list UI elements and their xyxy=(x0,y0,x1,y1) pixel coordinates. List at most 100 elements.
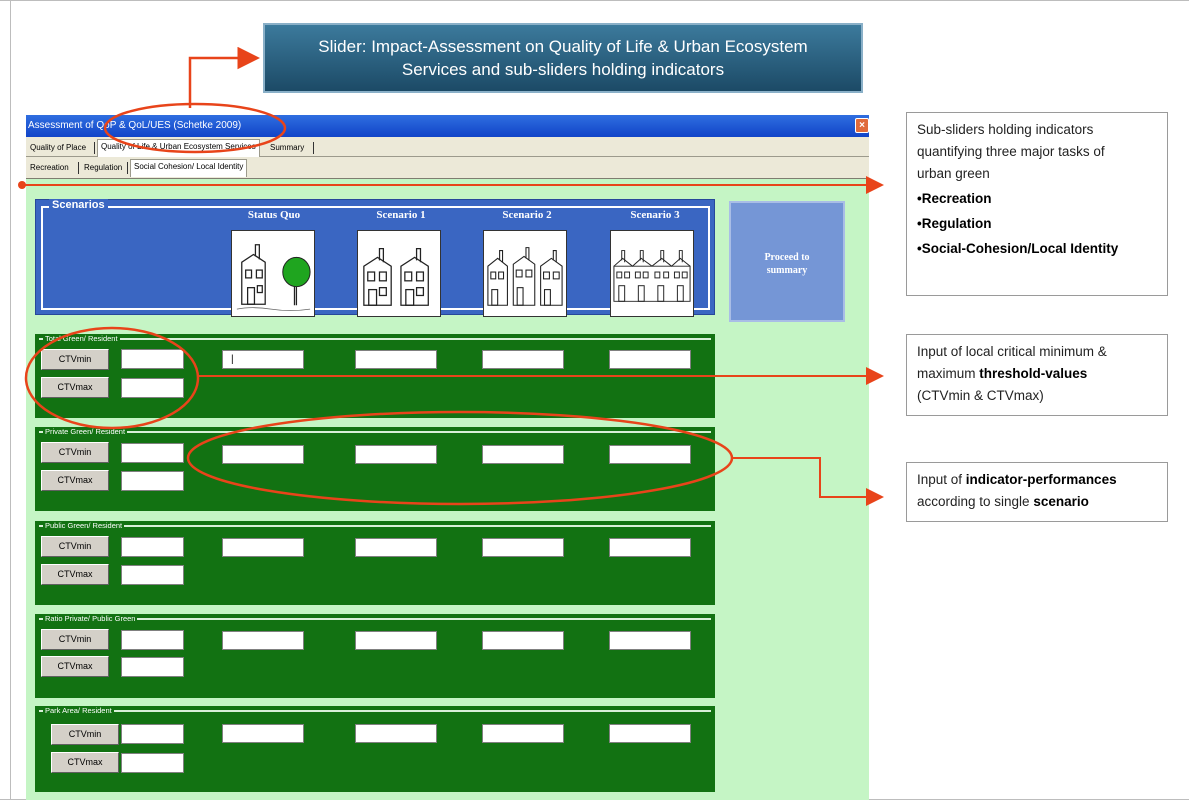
ctvmin-button[interactable]: CTVmin xyxy=(41,536,109,557)
performance-note-bold: indicator-performances xyxy=(965,472,1117,487)
scenario-1-value-input[interactable] xyxy=(355,538,437,557)
sub-tab-bar: Recreation Regulation Social Cohesion/ L… xyxy=(26,157,869,179)
house-tree-sketch-image xyxy=(231,230,315,317)
performance-note-line-2: according to single scenario xyxy=(917,491,1157,513)
ctvmax-input[interactable] xyxy=(121,471,184,491)
subsliders-note-line-2: quantifying three major tasks of xyxy=(917,144,1105,159)
indicator-panel-private-green: Private Green/ Resident CTVmin CTVmax xyxy=(35,427,715,511)
status-quo-value-input[interactable] xyxy=(222,631,304,650)
scenario-3-value-input[interactable] xyxy=(609,445,691,464)
tab-separator xyxy=(78,162,79,174)
scenarios-group-label: Scenarios xyxy=(49,199,108,211)
tab-separator xyxy=(127,162,128,174)
tab-quality-of-life-ues[interactable]: Quality of Life & Urban Ecosystem Servic… xyxy=(97,139,260,157)
ctvmin-button[interactable]: CTVmin xyxy=(41,349,109,370)
tab-content-area: Scenarios Status Quo Scenario 1 Scenario… xyxy=(26,179,869,800)
indicator-frame: Park Area/ Resident xyxy=(39,706,711,788)
status-quo-value-input[interactable] xyxy=(222,538,304,557)
ctvmin-input[interactable] xyxy=(121,724,184,744)
performance-annotation-box: Input of indicator-performances accordin… xyxy=(906,462,1168,522)
scenario-3-value-input[interactable] xyxy=(609,350,691,369)
status-quo-value-input[interactable] xyxy=(222,445,304,464)
ctvmax-input[interactable] xyxy=(121,753,184,773)
two-houses-sketch-icon xyxy=(363,247,429,306)
tab-recreation[interactable]: Recreation xyxy=(27,161,72,176)
scenario-1-value-input[interactable] xyxy=(355,724,437,743)
ctvmax-input[interactable] xyxy=(121,378,184,398)
proceed-label-line-1: Proceed to xyxy=(764,252,810,263)
indicator-panel-public-green: Public Green/ Resident CTVmin CTVmax xyxy=(35,521,715,605)
scenario-2-value-input[interactable] xyxy=(482,724,564,743)
window-titlebar: Assessment of QoP & QoL/UES (Schetke 200… xyxy=(26,115,869,137)
threshold-note-line-2: maximum threshold-values xyxy=(917,363,1157,385)
scenario-2-value-input[interactable] xyxy=(482,631,564,650)
proceed-label-line-2: summary xyxy=(766,265,808,276)
indicator-title: Total Green/ Resident xyxy=(43,334,120,343)
house-tree-sketch-icon xyxy=(236,244,311,311)
ctvmin-input[interactable] xyxy=(121,349,184,369)
threshold-note-bold: threshold-values xyxy=(979,366,1088,381)
scenario-label-status-quo: Status Quo xyxy=(247,209,301,221)
scenario-2-value-input[interactable] xyxy=(482,538,564,557)
performance-note-text: Input of xyxy=(917,472,966,487)
assessment-window: Assessment of QoP & QoL/UES (Schetke 200… xyxy=(26,115,869,800)
scenario-label-3: Scenario 3 xyxy=(630,209,680,221)
scenario-1-value-input[interactable] xyxy=(355,445,437,464)
banner-line-2: Services and sub-sliders holding indicat… xyxy=(401,60,725,79)
proceed-to-summary-button[interactable]: Proceed to summary xyxy=(729,201,845,322)
scenario-3-value-input[interactable] xyxy=(609,631,691,650)
tab-separator xyxy=(313,142,314,154)
indicator-title: Private Green/ Resident xyxy=(43,427,128,436)
scenario-3-value-input[interactable] xyxy=(609,724,691,743)
frame-top-line xyxy=(0,0,1189,1)
ctvmax-input[interactable] xyxy=(121,565,184,585)
slider-title-banner: Slider: Impact-Assessment on Quality of … xyxy=(263,23,863,93)
indicator-title: Park Area/ Resident xyxy=(43,706,114,715)
ctvmin-button[interactable]: CTVmin xyxy=(41,629,109,650)
close-button[interactable]: × xyxy=(855,118,869,133)
indicator-panel-ratio-green: Ratio Private/ Public Green CTVmin CTVma… xyxy=(35,614,715,698)
tab-quality-of-place[interactable]: Quality of Place xyxy=(27,141,89,156)
scenario-1-value-input[interactable] xyxy=(355,631,437,650)
ctvmin-button[interactable]: CTVmin xyxy=(41,442,109,463)
indicator-title: Public Green/ Resident xyxy=(43,521,125,530)
scenario-2-value-input[interactable] xyxy=(482,445,564,464)
scenario-1-value-input[interactable] xyxy=(355,350,437,369)
banner-line-1: Slider: Impact-Assessment on Quality of … xyxy=(318,37,808,56)
scenarios-panel: Scenarios Status Quo Scenario 1 Scenario… xyxy=(35,199,715,317)
indicator-panel-total-green: Total Green/ Resident CTVmin CTVmax | xyxy=(35,334,715,418)
tab-social-cohesion[interactable]: Social Cohesion/ Local Identity xyxy=(130,159,248,177)
title-connector-arrow xyxy=(188,46,260,108)
frame-left-line xyxy=(10,0,11,800)
threshold-note-line-3: (CTVmin & CTVmax) xyxy=(917,388,1044,403)
tab-regulation[interactable]: Regulation xyxy=(81,161,125,176)
main-tab-bar: Quality of Place Quality of Life & Urban… xyxy=(26,137,869,157)
status-quo-value-input[interactable]: | xyxy=(222,350,304,369)
subsliders-note-line-3: urban green xyxy=(917,166,990,181)
scenario-3-value-input[interactable] xyxy=(609,538,691,557)
ctvmin-input[interactable] xyxy=(121,537,184,557)
ctvmax-button[interactable]: CTVmax xyxy=(41,564,109,585)
row-houses-sketch-icon xyxy=(613,250,691,302)
ctvmax-button[interactable]: CTVmax xyxy=(41,377,109,398)
ctvmax-button[interactable]: CTVmax xyxy=(41,470,109,491)
performance-note-text-2: according to single xyxy=(917,494,1034,509)
ctvmin-input[interactable] xyxy=(121,630,184,650)
ctvmax-button[interactable]: CTVmax xyxy=(41,656,109,677)
status-quo-value-input[interactable] xyxy=(222,724,304,743)
ctvmin-input[interactable] xyxy=(121,443,184,463)
ctvmax-button[interactable]: CTVmax xyxy=(51,752,119,773)
ctvmax-input[interactable] xyxy=(121,657,184,677)
performance-note-bold-2: scenario xyxy=(1033,494,1089,509)
indicator-panel-park-area: Park Area/ Resident CTVmin CTVmax xyxy=(35,706,715,792)
subsliders-note-social-cohesion: •Social-Cohesion/Local Identity xyxy=(917,241,1119,256)
scenario-2-value-input[interactable] xyxy=(482,350,564,369)
three-houses-sketch-image xyxy=(483,230,567,317)
indicator-title: Ratio Private/ Public Green xyxy=(43,614,138,623)
tab-separator xyxy=(94,142,95,154)
row-houses-sketch-image xyxy=(610,230,694,317)
performance-note-line-1: Input of indicator-performances xyxy=(917,469,1157,491)
tab-summary[interactable]: Summary xyxy=(267,141,307,156)
ctvmin-button[interactable]: CTVmin xyxy=(51,724,119,745)
subsliders-note-line-1: Sub-sliders holding indicators xyxy=(917,122,1094,137)
